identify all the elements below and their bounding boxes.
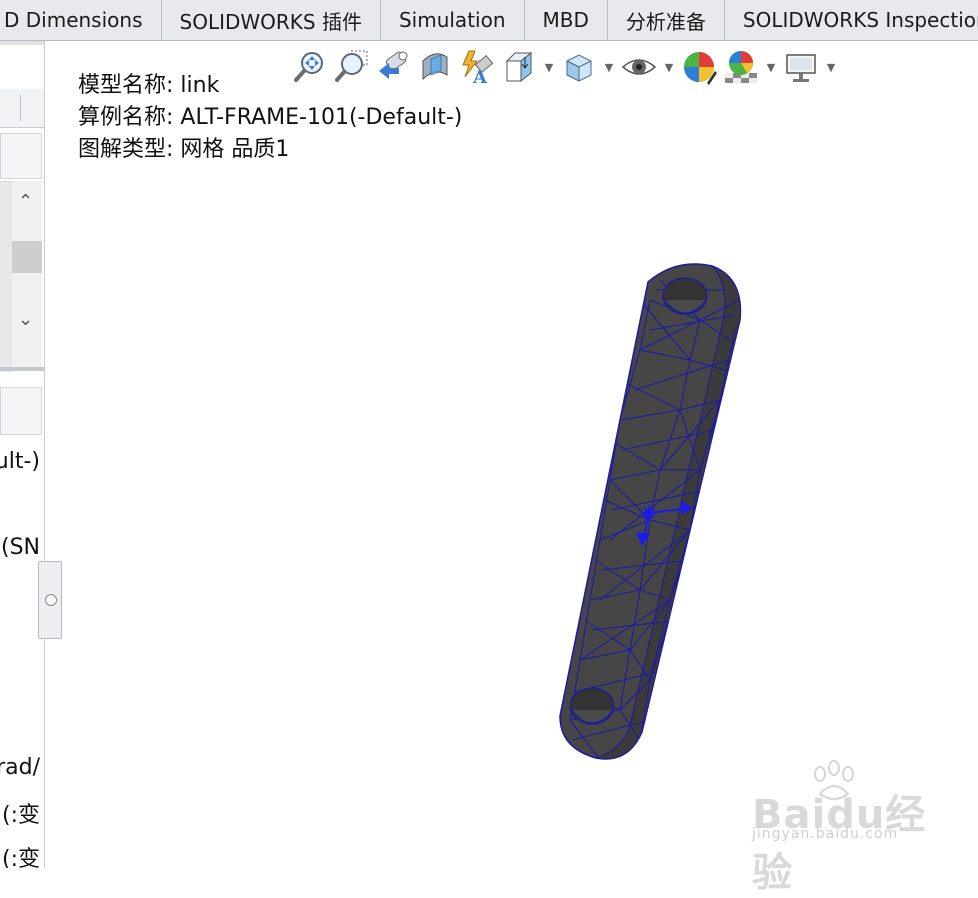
tree-item-text[interactable]: 2 (:变 — [0, 841, 40, 868]
link-body — [559, 263, 742, 760]
origin-triad-icon — [636, 501, 693, 547]
scroll-thumb[interactable] — [12, 241, 42, 273]
hide-show-items-icon — [621, 59, 657, 75]
plot-type-line: 图解类型: 网格 品质1 — [78, 134, 462, 166]
scroll-down-icon[interactable]: ⌄ — [18, 309, 33, 330]
tree-item-text[interactable]: rad/ — [0, 755, 40, 780]
tree-item-text[interactable]: n (SN — [0, 535, 40, 560]
mesh-lines — [569, 279, 741, 759]
tab-solidworks-inspection[interactable]: SOLIDWORKS Inspection — [725, 0, 978, 40]
panel-tab-row[interactable] — [0, 89, 44, 128]
study-name-line: 算例名称: ALT-FRAME-101(-Default-) — [78, 102, 462, 134]
view-orientation-icon — [505, 51, 533, 83]
study-name-value: ALT-FRAME-101(-Default-) — [180, 105, 463, 130]
bottom-hole — [569, 687, 615, 725]
apply-scene-dropdown[interactable]: ▼ — [764, 48, 778, 86]
tree-item-text[interactable]: ult-) — [0, 449, 40, 474]
edit-appearance-button[interactable] — [680, 48, 718, 86]
scroll-up-icon[interactable]: ⌃ — [18, 191, 33, 212]
study-name-label: 算例名称: — [78, 105, 174, 130]
plot-type-label: 图解类型: — [78, 137, 174, 162]
svg-text:A: A — [472, 67, 488, 85]
model-name-label: 模型名称: — [78, 73, 174, 98]
tab-solidworks-addins[interactable]: SOLIDWORKS 插件 — [162, 0, 381, 40]
view-orientation-button[interactable] — [500, 48, 538, 86]
edit-appearance-icon — [684, 52, 717, 85]
model-name-line: 模型名称: link — [78, 70, 462, 102]
top-hole — [662, 277, 708, 315]
baidu-watermark: Baidu经验 jingyan.baidu.com — [752, 760, 952, 896]
watermark-url: jingyan.baidu.com — [752, 826, 899, 842]
panel-list-fill — [0, 182, 12, 372]
panel-collapse-handle[interactable] — [38, 561, 62, 639]
view-settings-button[interactable] — [782, 48, 820, 86]
panel-property-box[interactable] — [0, 387, 42, 435]
panel-top-strip — [0, 41, 44, 45]
panel-scrollbar[interactable]: ⌃ ⌄ — [12, 181, 42, 371]
tab-analysis-preparation[interactable]: 分析准备 — [608, 0, 725, 40]
tab-mbd[interactable]: MBD — [525, 0, 608, 40]
dynamic-annotation-button[interactable]: A — [458, 48, 496, 86]
display-style-icon — [566, 54, 592, 82]
apply-scene-icon — [725, 51, 757, 83]
panel-tab-glyph — [0, 97, 4, 118]
apply-scene-button[interactable] — [722, 48, 760, 86]
view-settings-icon — [786, 54, 816, 82]
view-orientation-dropdown[interactable]: ▼ — [542, 48, 556, 86]
panel-filter-box[interactable] — [0, 133, 42, 179]
view-settings-dropdown[interactable]: ▼ — [824, 48, 838, 86]
dynamic-annotation-views-icon: A — [462, 50, 494, 85]
command-manager-tabs: D Dimensions SOLIDWORKS 插件 Simulation MB… — [0, 0, 978, 41]
display-style-dropdown[interactable]: ▼ — [602, 48, 616, 86]
panel-splitter[interactable] — [0, 367, 44, 371]
display-style-button[interactable] — [560, 48, 598, 86]
panel-tab-divider — [20, 95, 21, 121]
tab-dimensions[interactable]: D Dimensions — [0, 0, 162, 40]
model-name-value: link — [180, 73, 220, 98]
tab-simulation[interactable]: Simulation — [381, 0, 525, 40]
feature-manager-panel: ⌃ ⌄ ult-) n (SN rad/ 1 (:变 2 (:变 — [0, 41, 45, 868]
handle-dot-icon — [45, 594, 57, 606]
hide-show-items-button[interactable] — [620, 48, 658, 86]
plot-info-block: 模型名称: link 算例名称: ALT-FRAME-101(-Default-… — [78, 70, 462, 166]
tree-item-text[interactable]: 1 (:变 — [0, 797, 40, 829]
hide-show-items-dropdown[interactable]: ▼ — [662, 48, 676, 86]
plot-type-value: 网格 品质1 — [180, 137, 290, 162]
